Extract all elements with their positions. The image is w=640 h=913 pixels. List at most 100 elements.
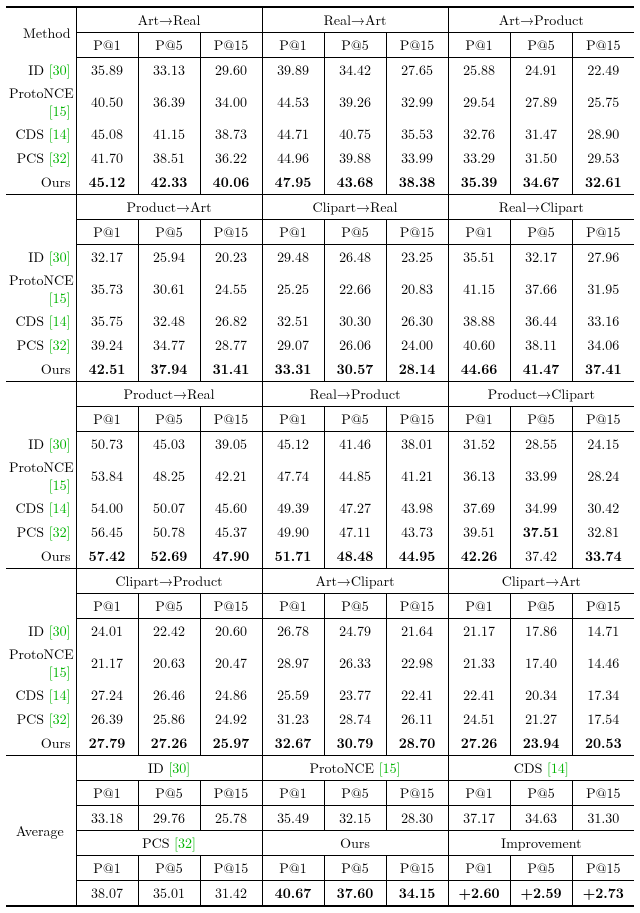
method-ours: Ours: [6, 544, 76, 569]
val: 45.12: [76, 170, 138, 195]
metric-p15: P@15: [572, 407, 634, 432]
val: 20.47: [200, 643, 262, 683]
task-art-real: Art→Real: [76, 7, 262, 33]
row-protonce: ProtoNCE [15] 53.8448.2542.21 47.7444.85…: [6, 456, 634, 496]
metric-row-block4: P@1P@5P@15 P@1P@5P@15 P@1P@5P@15: [6, 594, 634, 619]
ref-link[interactable]: [14]: [49, 685, 71, 705]
metric-p1: P@1: [76, 594, 138, 619]
ref-link[interactable]: [15]: [379, 758, 401, 778]
val: 37.94: [138, 357, 200, 382]
metric-p1: P@1: [76, 220, 138, 245]
val: 14.46: [572, 643, 634, 683]
task-clipart-real: Clipart→Real: [262, 195, 448, 220]
ref-link[interactable]: [32]: [49, 335, 71, 355]
ref-link[interactable]: [15]: [49, 101, 71, 121]
val: 33.13: [138, 58, 200, 83]
ref-link[interactable]: [30]: [49, 60, 71, 80]
val: 40.60: [448, 333, 510, 357]
ref-link[interactable]: [15]: [49, 475, 71, 495]
average-metric-row-1: P@1P@5P@15 P@1P@5P@15 P@1P@5P@15: [6, 781, 634, 806]
val: 39.26: [324, 82, 386, 122]
val: 14.71: [572, 619, 634, 644]
val: 41.70: [76, 146, 138, 170]
val: 26.39: [76, 707, 138, 731]
ref-link[interactable]: [32]: [174, 833, 196, 853]
ref-link[interactable]: [30]: [49, 434, 71, 454]
method-id: ID [30]: [6, 619, 76, 644]
val: 45.03: [138, 432, 200, 457]
val: 33.16: [572, 309, 634, 333]
val: 28.30: [386, 806, 448, 831]
results-table: Method Art→Real Real→Art Art→Product P@1…: [6, 6, 634, 907]
val: 40.06: [200, 170, 262, 195]
metric-p1: P@1: [76, 781, 138, 806]
method-ours: Ours: [6, 170, 76, 195]
method-cds: CDS [14]: [6, 683, 76, 707]
val: 26.78: [262, 619, 324, 644]
header-row-block4: Clipart→Product Art→Clipart Clipart→Art: [6, 569, 634, 594]
val: 26.30: [386, 309, 448, 333]
val: 34.99: [510, 496, 572, 520]
ref-link[interactable]: [14]: [49, 124, 71, 144]
ref-link[interactable]: [30]: [49, 621, 71, 641]
metric-p1: P@1: [76, 407, 138, 432]
task-clipart-art: Clipart→Art: [448, 569, 634, 594]
results-table-container: Method Art→Real Real→Art Art→Product P@1…: [0, 0, 640, 913]
val: 34.63: [510, 806, 572, 831]
metric-p5: P@5: [510, 407, 572, 432]
val: 20.83: [386, 269, 448, 309]
val: 54.00: [76, 496, 138, 520]
val: 17.40: [510, 643, 572, 683]
val: 53.84: [76, 456, 138, 496]
ref-link[interactable]: [14]: [49, 498, 71, 518]
metric-p15: P@15: [200, 781, 262, 806]
val: 36.13: [448, 456, 510, 496]
metric-p1: P@1: [448, 33, 510, 58]
val: 39.89: [262, 58, 324, 83]
val: 42.26: [448, 544, 510, 569]
ref-link[interactable]: [14]: [49, 311, 71, 331]
val: 25.86: [138, 707, 200, 731]
method-pcs: PCS [32]: [6, 520, 76, 544]
task-clipart-product: Clipart→Product: [76, 569, 262, 594]
metric-p5: P@5: [510, 33, 572, 58]
val: 42.51: [76, 357, 138, 382]
val: 25.94: [138, 245, 200, 270]
ref-link[interactable]: [30]: [168, 758, 190, 778]
val: 20.60: [200, 619, 262, 644]
val: 34.15: [386, 881, 448, 907]
val: 26.82: [200, 309, 262, 333]
val: 40.67: [262, 881, 324, 907]
val: 34.42: [324, 58, 386, 83]
val: 37.69: [448, 496, 510, 520]
ref-link[interactable]: [32]: [49, 522, 71, 542]
ref-link[interactable]: [14]: [547, 758, 569, 778]
val: 22.41: [386, 683, 448, 707]
metric-p1: P@1: [448, 594, 510, 619]
val: 37.66: [510, 269, 572, 309]
val: 31.47: [510, 122, 572, 146]
row-pcs: PCS [32] 56.4550.7845.37 49.9047.1143.73…: [6, 520, 634, 544]
ref-link[interactable]: [32]: [49, 709, 71, 729]
row-id: ID [30] 24.0122.4220.60 26.7824.7921.64 …: [6, 619, 634, 644]
val: 45.12: [262, 432, 324, 457]
metric-p15: P@15: [572, 33, 634, 58]
val: 49.39: [262, 496, 324, 520]
val: 27.89: [510, 82, 572, 122]
val: 34.06: [572, 333, 634, 357]
metric-p1: P@1: [76, 856, 138, 881]
val: 48.48: [324, 544, 386, 569]
val: 36.44: [510, 309, 572, 333]
metric-p15: P@15: [572, 781, 634, 806]
ref-link[interactable]: [15]: [49, 288, 71, 308]
ref-link[interactable]: [32]: [49, 148, 71, 168]
val: 26.46: [138, 683, 200, 707]
val: 43.98: [386, 496, 448, 520]
metric-p5: P@5: [138, 594, 200, 619]
val: 47.90: [200, 544, 262, 569]
val: 30.57: [324, 357, 386, 382]
val: 45.60: [200, 496, 262, 520]
val: 27.79: [76, 731, 138, 756]
ref-link[interactable]: [15]: [49, 662, 71, 682]
ref-link[interactable]: [30]: [49, 247, 71, 267]
